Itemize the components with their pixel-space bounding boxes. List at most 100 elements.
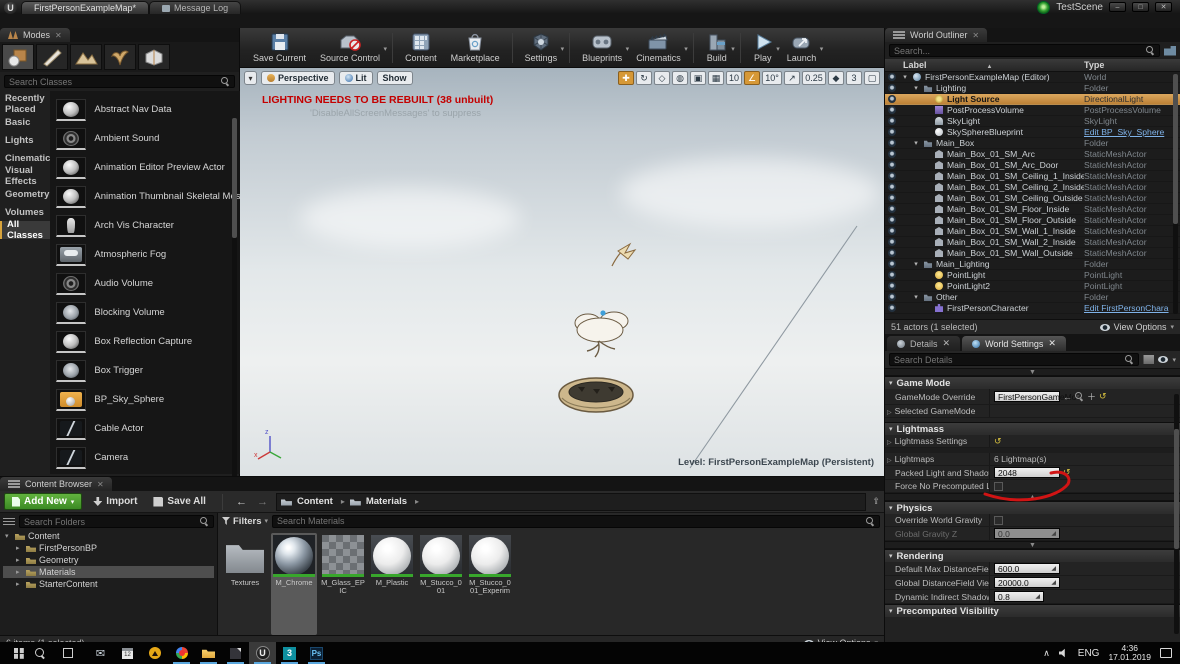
actor-type[interactable]: PointLight — [1084, 270, 1180, 280]
taskbar-search-button[interactable] — [27, 642, 54, 664]
launch-button[interactable]: Launch ▾ — [780, 29, 824, 67]
details-view-options[interactable] — [1158, 356, 1176, 364]
actor-type[interactable]: SkyLight — [1084, 116, 1180, 126]
scale-snap-value[interactable]: 0.25 — [802, 71, 826, 85]
lightmaps-row[interactable]: Lightmaps 6 Lightmap(s) — [885, 453, 1180, 466]
asset-tile[interactable]: M_Glass_EPIC — [320, 533, 366, 635]
visibility-eye-icon[interactable] — [888, 227, 896, 235]
force-no-precomputed-checkbox[interactable] — [994, 482, 1003, 491]
class-thumbnail[interactable] — [56, 389, 86, 411]
outliner-row[interactable]: Light Source DirectionalLight — [885, 94, 1180, 105]
asset-tile[interactable]: M_Stucco_001 — [418, 533, 464, 635]
outliner-scrollbar[interactable] — [1173, 74, 1178, 314]
actor-type[interactable]: PostProcessVolume — [1084, 105, 1180, 115]
notification-center-icon[interactable] — [1160, 648, 1172, 658]
visibility-eye-icon[interactable] — [888, 139, 896, 147]
visibility-eye-icon[interactable] — [888, 205, 896, 213]
breadcrumb-item[interactable]: Content — [281, 496, 348, 507]
placeable-class-row[interactable]: BP_Sky_Sphere — [56, 385, 257, 414]
class-thumbnail[interactable] — [56, 244, 86, 266]
expand-arrow-icon[interactable]: ▾ — [5, 532, 12, 540]
expand-arrow-icon[interactable]: ▸ — [16, 544, 23, 552]
outliner-row[interactable]: Main_Box_01_SM_Ceiling_Outside StaticMes… — [885, 193, 1180, 204]
close-tab-icon[interactable]: ✕ — [943, 338, 951, 349]
lightmass-settings-row[interactable]: Lightmass Settings — [885, 435, 1180, 448]
viewport-options-button[interactable] — [244, 71, 257, 85]
dropdown-caret-icon[interactable]: ▾ — [731, 45, 735, 53]
level-viewport[interactable]: x z Perspective Lit Show ✚ ↻ ◇ ◍ ▣ ▦ 10 … — [240, 68, 884, 476]
class-thumbnail[interactable] — [56, 302, 86, 324]
visibility-eye-icon[interactable] — [888, 172, 896, 180]
placeable-class-row[interactable]: Audio Volume — [56, 269, 257, 298]
placeable-class-row[interactable]: Abstract Nav Data — [56, 95, 257, 124]
placeable-class-row[interactable]: Cable Actor — [56, 414, 257, 443]
tray-expand-icon[interactable]: ∧ — [1043, 648, 1050, 659]
perspective-button[interactable]: Perspective — [261, 71, 335, 85]
window-tab[interactable]: FirstPersonExampleMap* — [21, 1, 149, 14]
actor-type[interactable]: DirectionalLight — [1084, 94, 1180, 104]
visibility-eye-icon[interactable] — [888, 238, 896, 246]
asset-thumbnail[interactable] — [469, 535, 511, 577]
expand-arrow-icon[interactable]: ▾ — [912, 293, 920, 301]
actor-type[interactable]: StaticMeshActor — [1084, 171, 1180, 181]
language-indicator[interactable]: ENG — [1078, 648, 1100, 659]
placeable-class-row[interactable]: Atmospheric Fog — [56, 240, 257, 269]
section-collapser[interactable]: ▲ — [885, 493, 1180, 501]
build-button[interactable]: Build ▾ — [699, 29, 735, 67]
placeable-class-row[interactable]: Blocking Volume — [56, 298, 257, 327]
placeable-class-row[interactable]: Animation Thumbnail Skeletal Mes — [56, 182, 257, 211]
asset-thumbnail[interactable] — [273, 535, 315, 577]
angle-snap-value[interactable]: 10° — [762, 71, 782, 85]
world-local-toggle[interactable]: ◍ — [672, 71, 688, 85]
paint-mode-button[interactable] — [36, 44, 68, 70]
actor-type[interactable]: StaticMeshActor — [1084, 182, 1180, 192]
outliner-row[interactable]: Main_Box_01_SM_Wall_Outside StaticMeshAc… — [885, 248, 1180, 259]
details-tab[interactable]: Details ✕ — [887, 336, 960, 351]
start-button[interactable] — [0, 642, 27, 664]
folders-search-input[interactable] — [24, 517, 196, 527]
max-distancefield-field[interactable]: 600.0 — [994, 563, 1060, 574]
surface-snap-button[interactable]: ▣ — [690, 71, 706, 85]
modes-tab[interactable]: Modes ✕ — [0, 28, 70, 42]
outliner-row[interactable]: ▾ Main_Box Folder — [885, 138, 1180, 149]
maximize-viewport-button[interactable]: ▢ — [864, 71, 880, 85]
folder-tree-row[interactable]: ▸ Materials — [3, 566, 214, 578]
outliner-row[interactable]: PointLight2 PointLight — [885, 281, 1180, 292]
dropdown-caret-icon[interactable]: ▾ — [384, 45, 388, 53]
back-button[interactable]: ← — [234, 496, 249, 508]
maximize-button[interactable] — [1132, 2, 1149, 12]
outliner-row[interactable]: PointLight PointLight — [885, 270, 1180, 281]
category-item[interactable]: Geometry — [0, 185, 50, 203]
visibility-eye-icon[interactable] — [888, 128, 896, 136]
camera-speed-button[interactable]: ◆ — [828, 71, 844, 85]
game-mode-section-header[interactable]: Game Mode — [885, 376, 1180, 389]
visibility-eye-icon[interactable] — [888, 161, 896, 169]
forward-button[interactable]: → — [255, 496, 270, 508]
small-foliage-sprite[interactable] — [612, 244, 635, 266]
content-button[interactable]: Content — [398, 29, 444, 67]
placeable-class-row[interactable]: Box Trigger — [56, 356, 257, 385]
expand-arrow-icon[interactable]: ▾ — [912, 84, 920, 92]
outliner-row[interactable]: Main_Box_01_SM_Wall_1_Inside StaticMeshA… — [885, 226, 1180, 237]
outliner-row[interactable]: ▾ Lighting Folder — [885, 83, 1180, 94]
scale-tool-button[interactable]: ◇ — [654, 71, 670, 85]
unreal-engine-app-button[interactable]: U — [249, 642, 276, 664]
class-thumbnail[interactable] — [56, 215, 86, 237]
actor-type[interactable]: StaticMeshActor — [1084, 215, 1180, 225]
outliner-row[interactable]: Main_Box_01_SM_Arc_Door StaticMeshActor — [885, 160, 1180, 171]
asset-tile[interactable]: Textures — [222, 533, 268, 635]
lock-icon[interactable]: ⇪ — [872, 496, 880, 507]
expand-arrow-icon[interactable]: ▾ — [901, 73, 909, 81]
source-control-button[interactable]: Source Control ▾ — [313, 29, 387, 67]
asset-tile[interactable]: M_Stucco_001_Experimental — [467, 533, 513, 635]
browse-icon[interactable] — [1075, 392, 1084, 401]
class-thumbnail[interactable] — [56, 418, 86, 440]
clock[interactable]: 4:36 17.01.2019 — [1108, 644, 1151, 662]
cinematics-button[interactable]: Cinematics ▾ — [629, 29, 688, 67]
details-search-input[interactable] — [894, 355, 1121, 365]
category-item[interactable]: Recently Placed — [0, 95, 50, 113]
modes-scrollbar-thumb[interactable] — [232, 118, 237, 238]
physics-section-header[interactable]: Physics — [885, 501, 1180, 514]
actor-type[interactable]: Folder — [1084, 259, 1180, 269]
grid-snap-button[interactable]: ▦ — [708, 71, 724, 85]
